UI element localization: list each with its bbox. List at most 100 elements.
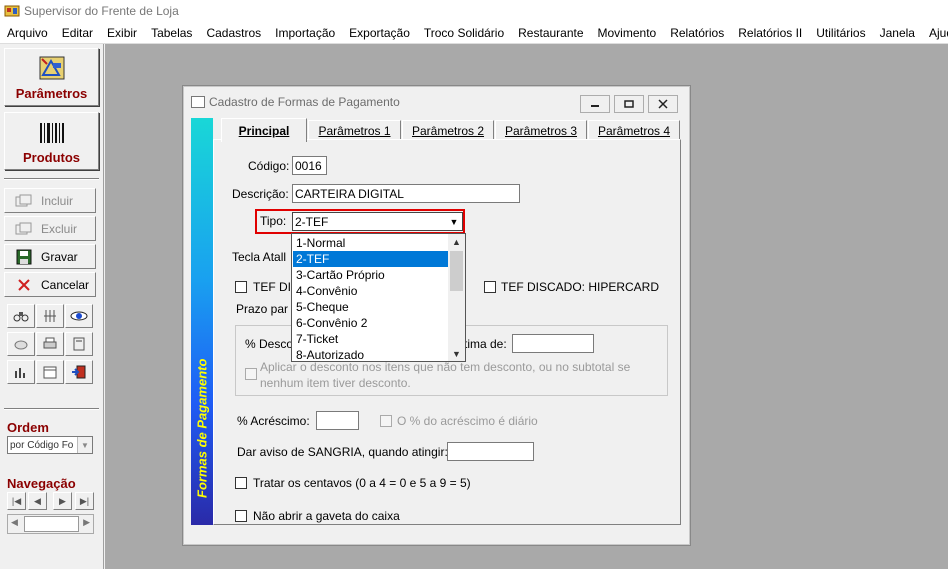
dropdown-scrollbar[interactable]: ▲ ▼ — [448, 234, 465, 361]
menu-utilitarios[interactable]: Utilitários — [809, 26, 872, 40]
gaveta-label: Não abrir a gaveta do caixa — [253, 509, 400, 523]
sort-icon[interactable] — [36, 304, 64, 328]
tab-parametros-3[interactable]: Parâmetros 3 — [495, 120, 587, 140]
prazo-label: Prazo par — [236, 302, 289, 316]
scroll-left-icon: ◀ — [11, 517, 18, 527]
bar-chart-icon[interactable] — [7, 360, 35, 384]
tipo-value: 2-TEF — [295, 214, 329, 229]
centavos-label: Tratar os centavos (0 a 4 = 0 e 5 a 9 = … — [253, 476, 471, 490]
exit-door-icon[interactable] — [65, 360, 93, 384]
ordem-label: Ordem — [7, 420, 49, 435]
desconto-label: % Desco — [245, 337, 294, 351]
menu-exibir[interactable]: Exibir — [100, 26, 144, 40]
cash-icon[interactable] — [7, 332, 35, 356]
tipo-option[interactable]: 5-Cheque — [293, 299, 449, 315]
sidebar: Parâmetros Produtos Incluir Excluir Grav… — [0, 44, 104, 569]
tipo-option[interactable]: 3-Cartão Próprio — [293, 267, 449, 283]
menu-relatorios-ii[interactable]: Relatórios II — [731, 26, 809, 40]
tab-parametros-1[interactable]: Parâmetros 1 — [308, 120, 401, 140]
aplicar-desconto-checkbox[interactable] — [245, 368, 257, 380]
codigo-input[interactable]: 0016 — [292, 156, 327, 175]
cancel-icon — [13, 277, 35, 293]
tecla-atalho-label: Tecla Atall — [232, 250, 287, 264]
menu-editar[interactable]: Editar — [55, 26, 100, 40]
menu-restaurante[interactable]: Restaurante — [511, 26, 590, 40]
gaveta-checkbox[interactable] — [235, 510, 247, 522]
chevron-down-icon: ▼ — [77, 437, 92, 453]
tab-parametros-4[interactable]: Parâmetros 4 — [588, 120, 680, 140]
tipo-option-selected[interactable]: 2-TEF — [293, 251, 449, 267]
chevron-up-icon[interactable]: ▲ — [448, 234, 465, 249]
printer-icon[interactable] — [36, 332, 64, 356]
sangria-input[interactable] — [447, 442, 534, 461]
dropdown-scroll-thumb[interactable] — [450, 251, 463, 291]
acrescimo-diario-label: O % do acréscimo é diário — [397, 414, 538, 428]
nav-last-button[interactable]: ▶| — [75, 492, 94, 510]
navigation-scrollbar[interactable]: ◀ ▶ — [7, 514, 94, 534]
barcode-icon — [37, 119, 67, 147]
app-icon — [4, 4, 20, 18]
tipo-option[interactable]: 4-Convênio — [293, 283, 449, 299]
menu-ajuda[interactable]: Ajuda — [922, 26, 948, 40]
tipo-dropdown-list: 1-Normal 2-TEF 3-Cartão Próprio 4-Convên… — [291, 233, 466, 362]
tef-checkbox[interactable] — [235, 281, 247, 293]
excluir-label: Excluir — [41, 221, 78, 236]
cancelar-button[interactable]: Cancelar — [4, 272, 96, 297]
scroll-thumb[interactable] — [24, 516, 79, 532]
tab-principal[interactable]: Principal — [221, 118, 307, 142]
restore-button[interactable] — [614, 95, 644, 113]
tipo-option[interactable]: 7-Ticket — [293, 331, 449, 347]
excluir-button[interactable]: Excluir — [4, 216, 96, 241]
menu-arquivo[interactable]: Arquivo — [0, 26, 55, 40]
nav-next-button[interactable]: ▶ — [53, 492, 72, 510]
compra-minima-input[interactable] — [512, 334, 594, 353]
tef-discado-checkbox[interactable] — [484, 281, 496, 293]
descricao-input[interactable]: CARTEIRA DIGITAL — [292, 184, 520, 203]
menu-troco-solidario[interactable]: Troco Solidário — [417, 26, 511, 40]
cancelar-label: Cancelar — [41, 277, 90, 292]
close-button[interactable] — [648, 95, 678, 113]
nav-first-button[interactable]: |◀ — [7, 492, 26, 510]
minimize-button[interactable] — [580, 95, 610, 113]
tipo-select[interactable]: 2-TEF ▼ — [292, 212, 463, 231]
menu-importacao[interactable]: Importação — [268, 26, 342, 40]
delete-record-icon — [13, 221, 35, 237]
produtos-button[interactable]: Produtos — [4, 112, 99, 170]
calendar-icon[interactable] — [36, 360, 64, 384]
calculator-icon[interactable] — [65, 332, 93, 356]
acrescimo-input[interactable] — [316, 411, 359, 430]
incluir-button[interactable]: Incluir — [4, 188, 96, 213]
nav-prev-button[interactable]: ◀ — [28, 492, 47, 510]
tipo-option[interactable]: 8-Autorizado — [293, 347, 449, 363]
acrescimo-label: % Acréscimo: — [237, 414, 310, 428]
acrescimo-diario-checkbox[interactable] — [380, 415, 392, 427]
gravar-button[interactable]: Gravar — [4, 244, 96, 269]
tab-parametros-2[interactable]: Parâmetros 2 — [402, 120, 494, 140]
add-record-icon — [13, 193, 35, 209]
menu-janela[interactable]: Janela — [873, 26, 922, 40]
dialog-title: Cadastro de Formas de Pagamento — [209, 95, 400, 109]
dialog-side-banner: Formas de Pagamento — [191, 118, 213, 525]
tipo-option[interactable]: 6-Convênio 2 — [293, 315, 449, 331]
chevron-down-icon: ▼ — [449, 216, 459, 227]
menu-exportacao[interactable]: Exportação — [342, 26, 417, 40]
view-eye-icon[interactable] — [65, 304, 93, 328]
parametros-button[interactable]: Parâmetros — [4, 48, 99, 106]
binoculars-icon[interactable] — [7, 304, 35, 328]
chevron-down-icon[interactable]: ▼ — [448, 346, 465, 361]
centavos-checkbox[interactable] — [235, 477, 247, 489]
produtos-label: Produtos — [22, 150, 81, 165]
ordem-select[interactable]: por Código Fo ▼ — [7, 436, 93, 454]
menu-movimento[interactable]: Movimento — [591, 26, 664, 40]
tipo-label: Tipo: — [260, 214, 287, 228]
ordem-value: por Código Fo — [10, 439, 74, 451]
menu-cadastros[interactable]: Cadastros — [199, 26, 268, 40]
incluir-label: Incluir — [41, 193, 74, 208]
title-bar: Supervisor do Frente de Loja — [0, 0, 948, 22]
tipo-option[interactable]: 1-Normal — [293, 235, 449, 251]
menu-relatorios[interactable]: Relatórios — [663, 26, 731, 40]
compra-minima-label: tima de: — [464, 337, 507, 351]
parametros-icon — [37, 55, 67, 83]
menu-tabelas[interactable]: Tabelas — [144, 26, 199, 40]
sidebar-divider — [4, 178, 99, 180]
